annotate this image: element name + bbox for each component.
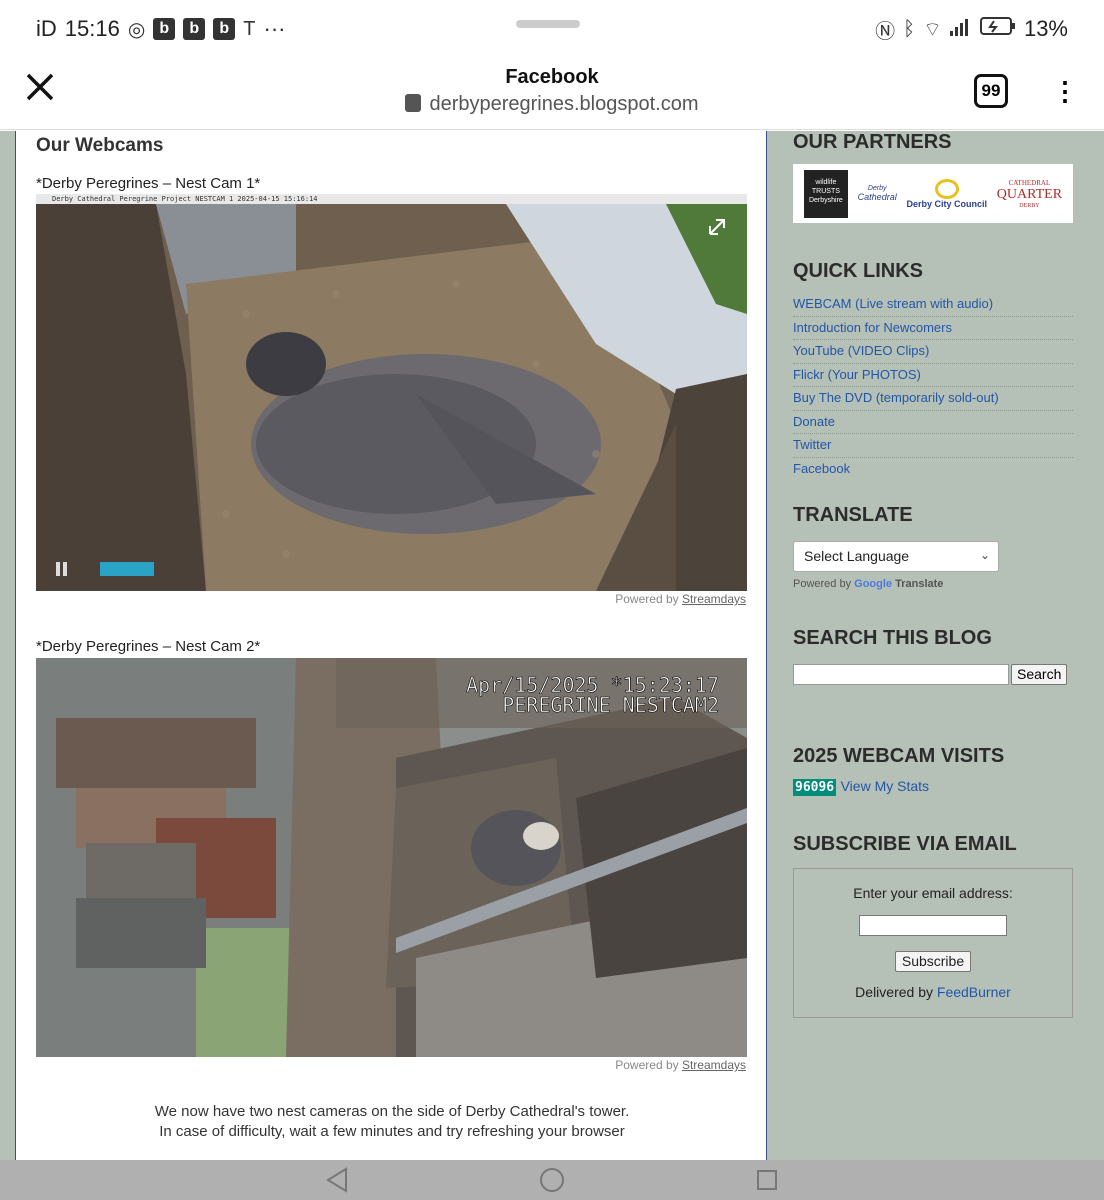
quick-link-twitter[interactable]: Twitter <box>793 434 1073 458</box>
browser-toolbar: Facebook derbyperegrines.blogspot.com 99… <box>0 58 1104 130</box>
view-stats-link[interactable]: View My Stats <box>841 778 929 794</box>
status-more: ··· <box>263 16 286 41</box>
webcams-heading: Our Webcams <box>36 135 164 156</box>
subscribe-button[interactable]: Subscribe <box>894 951 972 972</box>
quick-link-dvd[interactable]: Buy The DVD (temporarily sold-out) <box>793 387 1073 411</box>
tesla-icon: T <box>243 17 256 40</box>
visits-section: 2025 WEBCAM VISITS 96096 View My Stats <box>793 745 1073 796</box>
recents-square-icon <box>756 1170 777 1190</box>
cam1-powered: Powered by Streamdays <box>615 592 746 606</box>
web-page: Our Webcams *Derby Peregrines – Nest Cam… <box>0 131 1104 1160</box>
title-area: Facebook derbyperegrines.blogspot.com <box>0 66 1104 116</box>
visits-counter: 96096 <box>793 779 837 796</box>
wifi-icon: ⌔ <box>923 18 942 41</box>
nest-cam-1-video[interactable]: Derby Cathedral Peregrine Project NESTCA… <box>36 194 747 591</box>
status-time: 15:16 <box>64 16 120 41</box>
quick-link-flickr[interactable]: Flickr (Your PHOTOS) <box>793 364 1073 387</box>
search-input[interactable] <box>793 664 1009 685</box>
bbc-badge-icon: b <box>183 18 206 40</box>
status-left-text: iD <box>36 16 57 41</box>
subscribe-heading: SUBSCRIBE VIA EMAIL <box>793 833 1017 855</box>
quick-link-youtube[interactable]: YouTube (VIDEO Clips) <box>793 340 1073 364</box>
overflow-menu-icon[interactable]: ⋮ <box>1052 74 1078 110</box>
visits-heading: 2025 WEBCAM VISITS <box>793 745 1005 767</box>
url-text: derbyperegrines.blogspot.com <box>429 93 699 115</box>
info-text-1: We now have two nest cameras on the side… <box>154 1103 630 1120</box>
lock-icon <box>405 94 422 112</box>
chrome-icon: ◎ <box>127 18 146 41</box>
page-title: Facebook <box>505 66 599 88</box>
cam2-label: *Derby Peregrines – Nest Cam 2* <box>36 638 261 655</box>
status-bar: iD 15:16 ◎ b b b T ··· Ⓝ ᛒ ⌔ 13% <box>0 0 1104 58</box>
subscribe-section: SUBSCRIBE VIA EMAIL Enter your email add… <box>793 833 1073 1018</box>
quick-link-webcam[interactable]: WEBCAM (Live stream with audio) <box>793 293 1073 317</box>
subscribe-prompt: Enter your email address: <box>853 885 1013 901</box>
signal-icon <box>949 16 972 42</box>
delivered-by: Delivered by FeedBurner <box>855 984 1011 1000</box>
tab-switcher-button[interactable]: 99 <box>974 74 1008 108</box>
battery-icon <box>979 16 1016 42</box>
cam1-label: *Derby Peregrines – Nest Cam 1* <box>36 175 261 192</box>
cathedral-quarter-logo[interactable]: CATHEDRAL QUARTER DERBY <box>997 179 1062 209</box>
drag-handle[interactable] <box>516 20 580 28</box>
derby-city-council-logo[interactable]: Derby City Council <box>906 178 987 209</box>
partners-heading: OUR PARTNERS <box>793 131 952 153</box>
subscribe-box: Enter your email address: Subscribe Deli… <box>793 868 1073 1018</box>
google-link[interactable]: Google <box>854 578 892 590</box>
cam2-overlay-line2: PEREGRINE NESTCAM2 <box>502 693 719 717</box>
streamdays-link[interactable]: Streamdays <box>682 592 746 606</box>
quick-links-heading: QUICK LINKS <box>793 260 923 282</box>
cam1-overlay: Derby Cathedral Peregrine Project NESTCA… <box>52 195 318 203</box>
wildlife-trusts-logo[interactable]: wildlife TRUSTS Derbyshire <box>803 169 848 218</box>
search-section: SEARCH THIS BLOG Search <box>793 627 1073 685</box>
derby-cathedral-logo[interactable]: Derby Cathedral <box>858 185 897 202</box>
feedburner-link[interactable]: FeedBurner <box>937 984 1011 1000</box>
bluetooth-icon: ᛒ <box>903 17 916 40</box>
quick-link-facebook[interactable]: Facebook <box>793 458 1073 481</box>
nest-cam-2-video[interactable]: Apr/15/2025 *15:23:17 PEREGRINE NESTCAM2 <box>36 658 747 1057</box>
battery-percent: 13% <box>1023 16 1068 41</box>
partners-logos[interactable]: wildlife TRUSTS Derbyshire Derby Cathedral… <box>793 164 1073 223</box>
nfc-icon: Ⓝ <box>875 20 896 43</box>
bbc-badge-icon: b <box>153 18 176 40</box>
bbc-badge-icon: b <box>213 18 236 40</box>
language-select[interactable]: Select Language ⌄ <box>793 541 999 572</box>
recents-button[interactable] <box>752 1165 782 1195</box>
translate-section: TRANSLATE Select Language ⌄ Powered by Go… <box>793 504 1073 590</box>
home-button[interactable] <box>537 1165 567 1195</box>
home-circle-icon <box>539 1168 564 1192</box>
quick-links-section: QUICK LINKS WEBCAM (Live stream with aud… <box>793 260 1073 480</box>
sidebar: OUR PARTNERS wildlife TRUSTS Derbyshire D… <box>793 131 1073 223</box>
google-translate-credit: Powered by Google Translate <box>793 578 944 590</box>
quick-link-donate[interactable]: Donate <box>793 411 1073 434</box>
streamdays-link[interactable]: Streamdays <box>682 1058 746 1072</box>
cam2-powered: Powered by Streamdays <box>615 1058 746 1072</box>
back-button[interactable] <box>322 1165 352 1195</box>
search-heading: SEARCH THIS BLOG <box>793 627 992 649</box>
quick-link-introduction[interactable]: Introduction for Newcomers <box>793 317 1073 340</box>
search-button[interactable]: Search <box>1011 664 1068 685</box>
chevron-down-icon: ⌄ <box>979 548 990 562</box>
translate-heading: TRANSLATE <box>793 504 913 526</box>
info-text-2: In case of difficulty, wait a few minute… <box>159 1123 625 1140</box>
back-triangle-icon <box>326 1167 348 1193</box>
email-field[interactable] <box>859 915 1007 936</box>
system-nav-bar <box>0 1160 1104 1200</box>
main-column: Our Webcams *Derby Peregrines – Nest Cam… <box>15 131 767 1160</box>
url-display[interactable]: derbyperegrines.blogspot.com <box>0 93 1104 116</box>
